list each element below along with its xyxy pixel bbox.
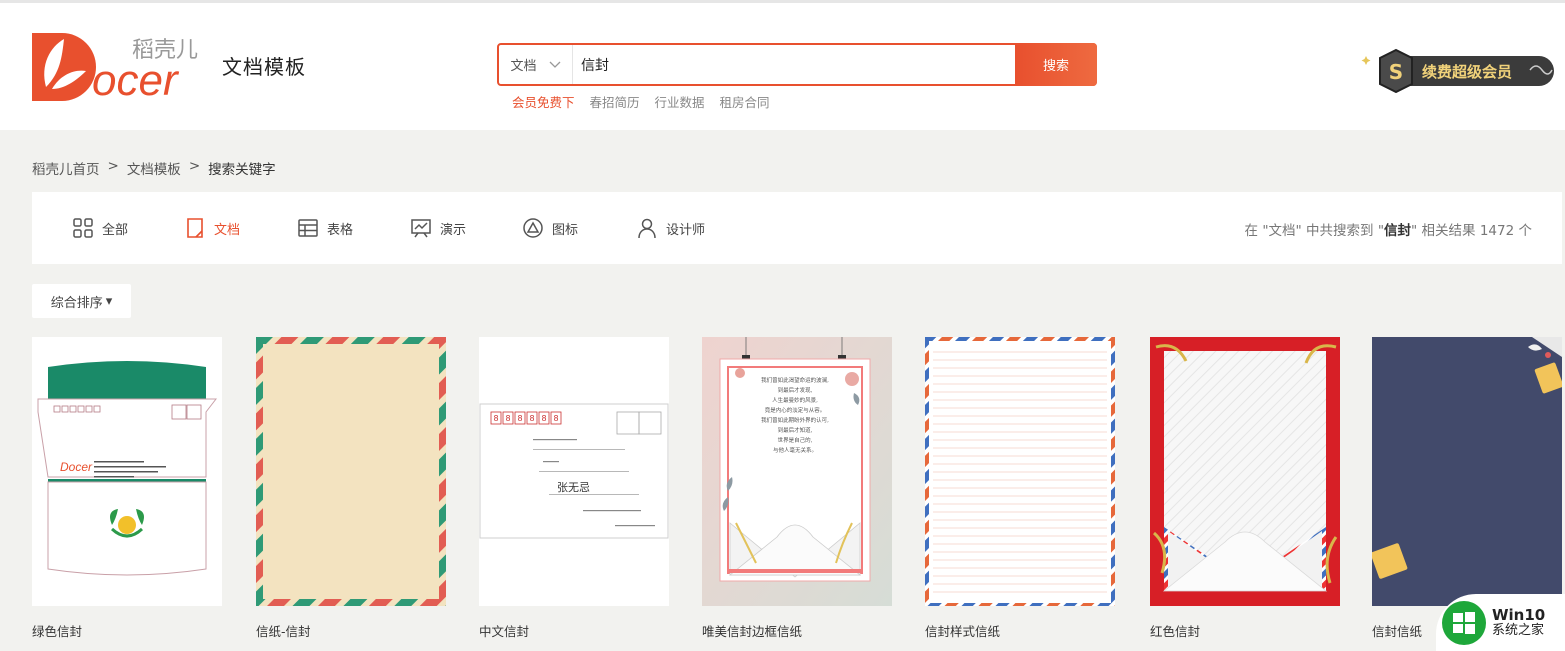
grid-icon <box>73 218 93 238</box>
breadcrumb-separator: > <box>107 158 119 174</box>
tab-label: 设计师 <box>666 222 706 238</box>
breadcrumb: 稻壳儿首页 > 文档模板 > 搜索关键字 <box>32 158 276 178</box>
category-tabs: 全部 文档 表格 演示 图标 设计师 在 "文档" 中共搜索到 "信封" 相关结… <box>32 192 1562 264</box>
svg-text:8: 8 <box>517 414 522 423</box>
svg-text:我们曾如此渴望命运的波澜,: 我们曾如此渴望命运的波澜, <box>761 376 829 384</box>
navy-envelope-paper-preview <box>1372 337 1562 606</box>
template-thumbnail[interactable]: 888888 张无忌 <box>479 337 669 606</box>
template-thumbnail[interactable] <box>256 337 446 606</box>
card-title[interactable]: 唯美信封边框信纸 <box>702 621 802 640</box>
template-thumbnail[interactable] <box>925 337 1115 606</box>
triangle-circle-icon <box>523 218 543 238</box>
site-header: ocer 稻壳儿 文档模板 文档 搜索 会员免费下 春招简历 行业数据 租房合同… <box>0 0 1565 130</box>
template-thumbnail[interactable] <box>1372 337 1562 606</box>
result-summary: 在 "文档" 中共搜索到 "信封" 相关结果 1472 个 <box>1244 223 1532 239</box>
template-card[interactable]: 888888 张无忌 中文信封 <box>479 337 669 640</box>
tab-label: 图标 <box>552 222 579 238</box>
tab-spreadsheet[interactable]: 表格 <box>297 192 353 264</box>
template-thumbnail[interactable]: Docer <box>32 337 222 606</box>
svg-text:稻壳儿: 稻壳儿 <box>132 38 198 63</box>
tab-presentation[interactable]: 演示 <box>410 192 466 264</box>
card-title[interactable]: 信纸-信封 <box>256 621 311 640</box>
site-watermark: Win10 系统之家 <box>1436 594 1565 651</box>
chevron-down-icon <box>549 61 560 68</box>
hot-word-link[interactable]: 春招简历 <box>590 92 640 111</box>
pink-frame-paper-preview: 我们曾如此渴望命运的波澜, 到最后才发现, 人生最曼妙的风景, 竟是内心的淡定与… <box>702 337 892 606</box>
template-card[interactable]: 信封信纸 <box>1372 337 1562 640</box>
search-type-label: 文档 <box>510 59 537 74</box>
template-card[interactable]: 我们曾如此渴望命运的波澜, 到最后才发现, 人生最曼妙的风景, 竟是内心的淡定与… <box>702 337 892 640</box>
windows-logo-icon <box>1442 600 1486 645</box>
docer-logo[interactable]: ocer 稻壳儿 <box>30 29 205 105</box>
template-thumbnail[interactable] <box>1150 337 1340 606</box>
user-icon <box>638 218 656 239</box>
section-title: 文档模板 <box>222 55 306 79</box>
sort-label: 综合排序 <box>50 295 103 311</box>
card-title[interactable]: 红色信封 <box>1150 621 1200 640</box>
hot-word-link[interactable]: 租房合同 <box>720 92 770 111</box>
svg-text:Docer: Docer <box>60 460 93 474</box>
watermark-subtitle: 系统之家 <box>1492 622 1545 638</box>
tab-document[interactable]: 文档 <box>184 192 240 264</box>
search-type-select[interactable]: 文档 <box>499 45 573 84</box>
template-thumbnail[interactable]: 我们曾如此渴望命运的波澜, 到最后才发现, 人生最曼妙的风景, 竟是内心的淡定与… <box>702 337 892 606</box>
result-keyword: 信封 <box>1384 223 1412 239</box>
card-title[interactable]: 绿色信封 <box>32 621 82 640</box>
hot-words: 会员免费下 春招简历 行业数据 租房合同 <box>512 92 770 111</box>
breadcrumb-separator: > <box>188 158 201 174</box>
tab-designer[interactable]: 设计师 <box>636 192 705 264</box>
search-button[interactable]: 搜索 <box>1015 43 1097 86</box>
hot-word-link[interactable]: 会员免费下 <box>512 92 575 111</box>
tab-label: 演示 <box>440 222 467 238</box>
table-icon <box>298 219 318 237</box>
svg-text:8: 8 <box>493 414 498 423</box>
svg-text:续费超级会员: 续费超级会员 <box>1422 63 1512 81</box>
search-bar: 文档 搜索 <box>497 43 1097 86</box>
svg-text:8: 8 <box>541 414 546 423</box>
tab-icons[interactable]: 图标 <box>522 192 578 264</box>
card-title[interactable]: 信封信纸 <box>1372 621 1422 640</box>
renew-vip-button[interactable]: S 续费超级会员 <box>1360 48 1556 93</box>
tab-label: 文档 <box>214 222 241 238</box>
lined-airmail-paper-preview <box>925 337 1115 606</box>
svg-text:8: 8 <box>553 414 558 423</box>
svg-text:世界是自己的,: 世界是自己的, <box>778 436 813 444</box>
presentation-icon <box>411 219 431 238</box>
svg-text:与他人毫无关系。: 与他人毫无关系。 <box>773 446 817 454</box>
svg-text:我们曾如此期盼外界的认可,: 我们曾如此期盼外界的认可, <box>761 416 829 424</box>
svg-text:竟是内心的淡定与从容。: 竟是内心的淡定与从容。 <box>765 406 826 414</box>
template-card[interactable]: 信封样式信纸 <box>925 337 1115 640</box>
tab-label: 表格 <box>327 222 354 238</box>
airmail-paper-preview <box>256 337 446 606</box>
template-card[interactable]: 红色信封 <box>1150 337 1340 640</box>
caret-down-icon: ▾ <box>105 293 113 309</box>
template-card[interactable]: 信纸-信封 <box>256 337 446 640</box>
svg-text:到最后才知道,: 到最后才知道, <box>778 426 813 434</box>
card-title[interactable]: 中文信封 <box>479 621 529 640</box>
document-icon <box>187 218 203 238</box>
svg-text:8: 8 <box>529 414 534 423</box>
hot-word-link[interactable]: 行业数据 <box>655 92 705 111</box>
svg-text:张无忌: 张无忌 <box>557 481 590 494</box>
tab-all[interactable]: 全部 <box>72 192 128 264</box>
svg-text:S: S <box>1389 60 1403 84</box>
red-envelope-preview <box>1150 337 1340 606</box>
breadcrumb-templates[interactable]: 文档模板 <box>127 158 181 178</box>
template-card[interactable]: Docer 绿色信封 <box>32 337 222 640</box>
watermark-title: Win10 <box>1492 605 1546 624</box>
svg-text:到最后才发现,: 到最后才发现, <box>778 386 813 394</box>
chinese-envelope-preview: 888888 张无忌 <box>479 337 669 606</box>
svg-text:人生最曼妙的风景,: 人生最曼妙的风景, <box>772 396 818 404</box>
svg-text:ocer: ocer <box>92 56 180 105</box>
green-envelope-preview: Docer <box>32 337 222 606</box>
svg-text:8: 8 <box>505 414 510 423</box>
breadcrumb-home[interactable]: 稻壳儿首页 <box>32 158 100 178</box>
breadcrumb-current: 搜索关键字 <box>208 162 276 178</box>
tab-label: 全部 <box>102 222 129 238</box>
sort-dropdown[interactable]: 综合排序 ▾ <box>32 284 131 318</box>
search-input[interactable] <box>573 45 1015 84</box>
card-title[interactable]: 信封样式信纸 <box>925 621 1000 640</box>
